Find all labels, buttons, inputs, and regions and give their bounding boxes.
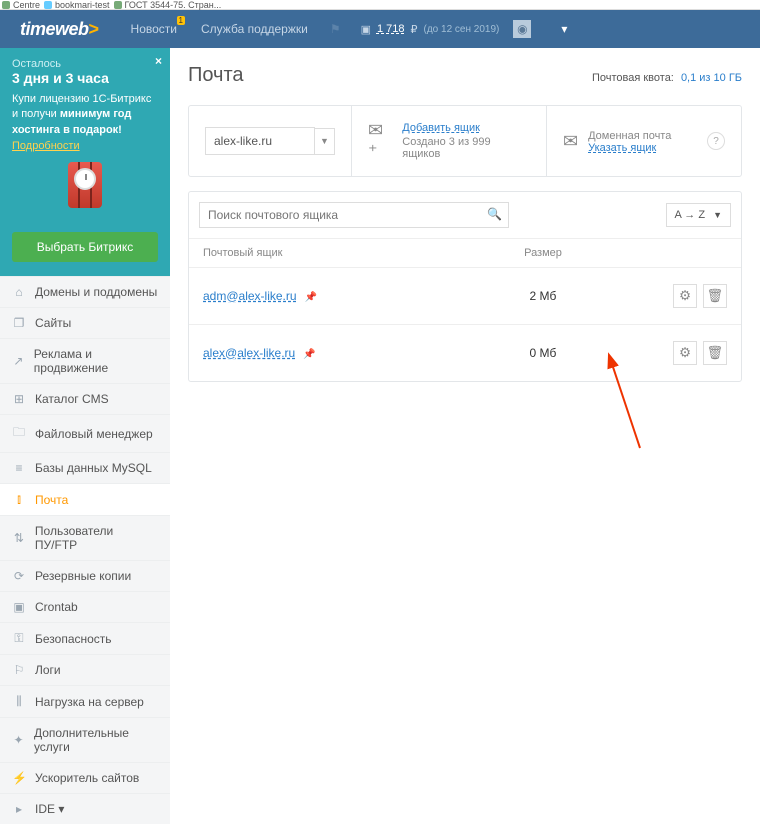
dynamite-icon	[60, 162, 110, 222]
sidebar-item[interactable]: ≡ Базы данных MySQL	[0, 452, 170, 483]
menu-icon: ⫾	[12, 492, 26, 507]
menu-label: Логи	[35, 663, 61, 677]
menu-icon: ⇅	[12, 531, 26, 545]
sidebar-item[interactable]: ▸ IDE ▾	[0, 793, 170, 824]
set-domain-mail-link[interactable]: Указать ящик	[588, 142, 656, 154]
avatar[interactable]: ◉	[513, 20, 531, 38]
quota-link[interactable]: 0,1 из 10 ГБ	[681, 72, 742, 84]
size-cell: 0 Мб	[483, 346, 603, 360]
menu-icon: ⚡	[12, 771, 26, 785]
page-title: Почта	[188, 64, 244, 87]
menu-icon: ⚐	[12, 663, 26, 677]
sidebar-item[interactable]: ▣ Crontab	[0, 591, 170, 622]
sidebar-item[interactable]: ✦ Дополнительные услуги	[0, 717, 170, 762]
menu-label: Ускоритель сайтов	[35, 771, 139, 785]
menu-label: IDE ▾	[35, 802, 64, 816]
mailbox-link[interactable]: adm@alex-like.ru	[203, 289, 297, 303]
trash-icon[interactable]: 🗑	[703, 284, 727, 308]
sidebar-item[interactable]: ⌂ Домены и поддомены	[0, 276, 170, 307]
browser-tab[interactable]: ГОСТ 3544-75. Стран...	[125, 0, 222, 10]
menu-icon: 🗀	[12, 423, 26, 444]
browser-tab[interactable]: bookmari-test	[55, 0, 110, 10]
mail-icon: ✉	[563, 131, 578, 152]
menu-label: Базы данных MySQL	[35, 461, 152, 475]
menu-icon: ▸	[12, 802, 26, 816]
sidebar-item[interactable]: ⫾ Почта	[0, 483, 170, 515]
pin-icon[interactable]: 📌	[305, 292, 317, 303]
trash-icon[interactable]: 🗑	[703, 341, 727, 365]
menu-icon: ⫼	[12, 694, 26, 709]
col-header-size: Размер	[483, 247, 603, 259]
menu-icon: ≡	[12, 461, 26, 475]
table-row: alex@alex-like.ru 📌 0 Мб ⚙ 🗑	[189, 324, 741, 381]
sidebar-item[interactable]: ⟳ Резервные копии	[0, 560, 170, 591]
menu-icon: ⊞	[12, 392, 26, 406]
menu-label: Файловый менеджер	[35, 427, 153, 441]
nav-news[interactable]: Новости1	[119, 22, 189, 36]
sidebar-item[interactable]: ⚡ Ускоритель сайтов	[0, 762, 170, 793]
flag-icon[interactable]: ⚑	[330, 22, 341, 36]
menu-label: Crontab	[35, 600, 78, 614]
gear-icon[interactable]: ⚙	[673, 341, 697, 365]
promo-cta-button[interactable]: Выбрать Битрикс	[12, 232, 158, 262]
nav-support[interactable]: Служба поддержки	[189, 22, 320, 36]
promo-banner: × Осталось 3 дня и 3 часа Купи лицензию …	[0, 48, 170, 276]
search-input[interactable]	[199, 202, 509, 228]
quota-info: Почтовая квота: 0,1 из 10 ГБ	[592, 72, 742, 84]
menu-icon: ⚿	[12, 631, 26, 646]
menu-label: Домены и поддомены	[35, 285, 157, 299]
sidebar-item[interactable]: 🗀 Файловый менеджер	[0, 414, 170, 452]
chevron-down-icon: ▼	[713, 210, 722, 220]
domain-select[interactable]: ▼	[205, 127, 335, 155]
gear-icon[interactable]: ⚙	[673, 284, 697, 308]
account-dropdown[interactable]: ▾	[551, 16, 577, 42]
pin-icon[interactable]: 📌	[303, 349, 315, 360]
help-icon[interactable]: ?	[707, 132, 725, 150]
size-cell: 2 Мб	[483, 289, 603, 303]
menu-icon: ⟳	[12, 569, 26, 583]
promo-details-link[interactable]: Подробности	[12, 140, 80, 152]
card-icon: ✉⁺	[368, 120, 392, 162]
sort-dropdown[interactable]: A → Z▼	[666, 203, 731, 227]
menu-label: Почта	[35, 493, 68, 507]
sidebar-item[interactable]: ⇅ Пользователи ПУ/FTP	[0, 515, 170, 560]
news-badge: 1	[177, 16, 185, 25]
mailbox-link[interactable]: alex@alex-like.ru	[203, 346, 295, 360]
menu-label: Безопасность	[35, 632, 112, 646]
table-row: adm@alex-like.ru 📌 2 Мб ⚙ 🗑	[189, 267, 741, 324]
domain-input[interactable]	[205, 127, 315, 155]
sidebar-item[interactable]: ❐ Сайты	[0, 307, 170, 338]
chevron-down-icon[interactable]: ▼	[315, 128, 335, 155]
menu-label: Резервные копии	[35, 569, 131, 583]
search-icon[interactable]: 🔍	[487, 207, 502, 221]
menu-label: Дополнительные услуги	[34, 726, 158, 754]
menu-icon: ↗	[12, 354, 25, 368]
wallet-icon: ▣	[361, 23, 371, 36]
menu-icon: ▣	[12, 600, 26, 614]
balance[interactable]: ▣ 1 718 ₽ (до 12 сен 2019)	[361, 23, 500, 36]
sidebar-item[interactable]: ⫼ Нагрузка на сервер	[0, 685, 170, 717]
menu-label: Реклама и продвижение	[34, 347, 158, 375]
sidebar-item[interactable]: ⚐ Логи	[0, 654, 170, 685]
close-icon[interactable]: ×	[155, 54, 162, 68]
menu-label: Пользователи ПУ/FTP	[35, 524, 158, 552]
sidebar-item[interactable]: ⚿ Безопасность	[0, 622, 170, 654]
browser-tab[interactable]: Centre	[13, 0, 40, 10]
menu-label: Сайты	[35, 316, 71, 330]
menu-label: Каталог CMS	[35, 392, 109, 406]
sidebar-item[interactable]: ↗ Реклама и продвижение	[0, 338, 170, 383]
menu-icon: ❐	[12, 316, 26, 330]
menu-icon: ⌂	[12, 285, 26, 299]
sidebar-item[interactable]: ⊞ Каталог CMS	[0, 383, 170, 414]
col-header-name: Почтовый ящик	[203, 247, 483, 259]
logo[interactable]: timeweb>	[0, 19, 119, 40]
add-mailbox-link[interactable]: Добавить ящик	[402, 122, 480, 134]
menu-icon: ✦	[12, 733, 25, 747]
menu-label: Нагрузка на сервер	[35, 695, 144, 709]
